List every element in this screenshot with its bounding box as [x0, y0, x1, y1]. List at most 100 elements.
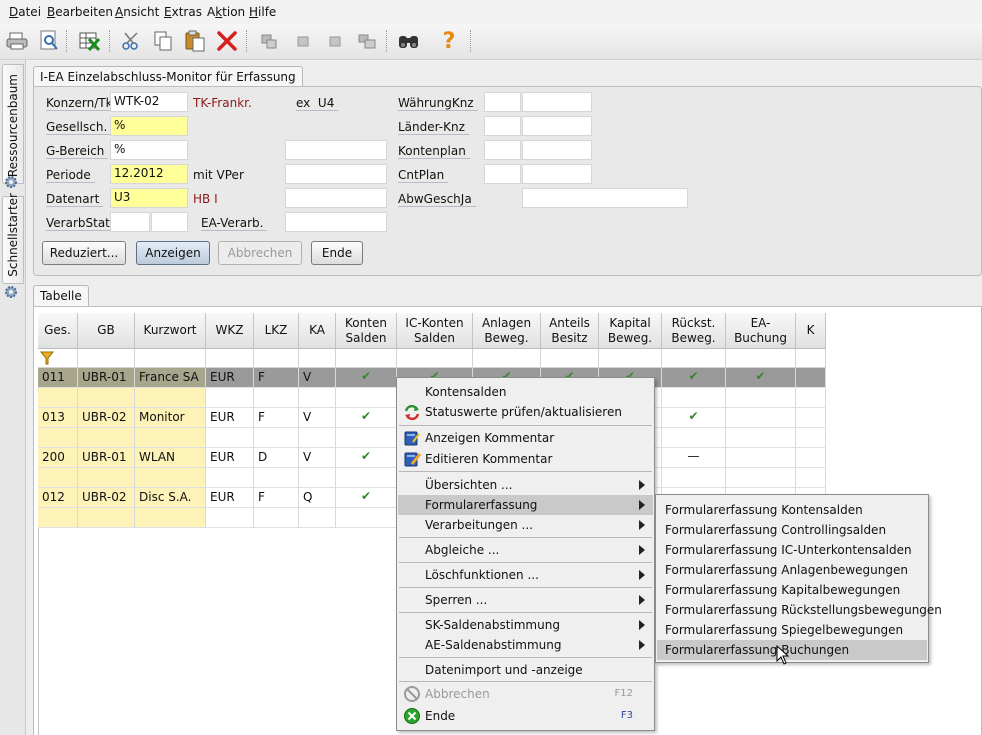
cntplan-field-1[interactable] [484, 164, 521, 184]
menu-item-editieren-kommentar[interactable]: Editieren Kommentar [398, 449, 653, 469]
submenu-item-buchungen[interactable]: Formularerfassung Buchungen [657, 640, 927, 660]
filter-cell[interactable] [254, 349, 299, 368]
mit-vper-field[interactable] [285, 164, 387, 184]
datenart-extra-field[interactable] [285, 188, 387, 208]
column-header[interactable]: IC-Konten Salden [397, 313, 473, 349]
tab-schnellstarter[interactable]: Schnellstarter [2, 193, 24, 284]
cut-icon[interactable] [118, 27, 144, 55]
menu-item-loeschfunktionen[interactable]: Löschfunktionen ... [398, 565, 653, 585]
menu-bearbeiten[interactable]: Bearbeiten [47, 5, 113, 19]
window-tile-icon[interactable] [354, 27, 380, 55]
submenu-item-rueckstellungsbewegungen[interactable]: Formularerfassung Rückstellungsbewegunge… [657, 600, 942, 620]
verarbstat-field-1[interactable] [110, 212, 150, 232]
menu-item-abgleiche[interactable]: Abgleiche ... [398, 540, 653, 560]
submenu-item-spiegelbewegungen[interactable]: Formularerfassung Spiegelbewegungen [657, 620, 927, 640]
gesellschaft-field[interactable]: % [110, 116, 188, 136]
copy-icon[interactable] [150, 27, 176, 55]
filter-cell[interactable] [336, 349, 397, 368]
submenu-item-kontensalden[interactable]: Formularerfassung Kontensalden [657, 500, 927, 520]
gear-icon[interactable] [3, 284, 19, 300]
filter-cell[interactable] [599, 349, 662, 368]
konzern-field[interactable]: WTK-02 [110, 92, 188, 112]
filter-cell[interactable] [796, 349, 826, 368]
filter-cell[interactable] [726, 349, 796, 368]
column-header[interactable]: Anlagen Beweg. [473, 313, 541, 349]
menu-item-anzeigen-kommentar[interactable]: Anzeigen Kommentar [398, 428, 653, 448]
menu-item-datenimport[interactable]: Datenimport und -anzeige [398, 660, 653, 680]
submenu-item-controllingsalden[interactable]: Formularerfassung Controllingsalden [657, 520, 927, 540]
filter-cell[interactable] [397, 349, 473, 368]
datenart-field[interactable]: U3 [110, 188, 188, 208]
window-cascade-icon[interactable] [256, 27, 282, 55]
tab-ressourcenbaum[interactable]: Ressourcenbaum [2, 64, 24, 184]
ende-button[interactable]: Ende [311, 241, 363, 265]
cntplan-field-2[interactable] [522, 164, 592, 184]
anzeigen-button[interactable]: Anzeigen [136, 241, 210, 265]
menu-item-kontensalden[interactable]: Kontensalden [398, 382, 653, 402]
filter-icon[interactable] [38, 349, 78, 368]
menu-aktion[interactable]: Aktion [207, 5, 245, 19]
konzern-description: TK-Frankr. [193, 96, 252, 110]
filter-cell[interactable] [135, 349, 206, 368]
menu-item-formularerfassung[interactable]: Formularerfassung [398, 495, 653, 515]
gear-icon[interactable] [3, 174, 19, 190]
delete-icon[interactable] [214, 27, 240, 55]
column-header[interactable]: K [796, 313, 826, 349]
laender-field-2[interactable] [522, 116, 592, 136]
waehrung-field-1[interactable] [484, 92, 521, 112]
column-header[interactable]: WKZ [206, 313, 254, 349]
filter-cell[interactable] [78, 349, 135, 368]
help-icon[interactable]: ? [436, 27, 462, 55]
reduziert-button[interactable]: Reduziert... [42, 241, 126, 265]
submenu-item-anlagenbewegungen[interactable]: Formularerfassung Anlagenbewegungen [657, 560, 927, 580]
menu-extras[interactable]: Extras [164, 5, 202, 19]
excel-export-icon[interactable] [76, 27, 102, 55]
submenu-item-kapitalbewegungen[interactable]: Formularerfassung Kapitalbewegungen [657, 580, 927, 600]
window-single-icon[interactable] [290, 27, 316, 55]
ea-verarb-field[interactable] [285, 212, 387, 232]
menu-hilfe[interactable]: Hilfe [249, 5, 276, 19]
menu-item-sk-saldenabstimmung[interactable]: SK-Saldenabstimmung [398, 615, 653, 635]
laender-field-1[interactable] [484, 116, 521, 136]
tab-tabelle[interactable]: Tabelle [33, 285, 89, 307]
abwgeschja-field[interactable] [522, 188, 688, 208]
print-icon[interactable] [4, 27, 30, 55]
binoculars-icon[interactable] [396, 27, 422, 55]
menu-ansicht[interactable]: Ansicht [115, 5, 159, 19]
column-header[interactable]: EA- Buchung [726, 313, 796, 349]
menu-datei[interactable]: Datei [9, 5, 41, 19]
filter-cell[interactable] [299, 349, 336, 368]
column-header[interactable]: Anteils Besitz [541, 313, 599, 349]
filter-cell[interactable] [206, 349, 254, 368]
column-header[interactable]: GB [78, 313, 135, 349]
submenu-item-ic-unterkontensalden[interactable]: Formularerfassung IC-Unterkontensalden [657, 540, 927, 560]
column-header[interactable]: Rückst. Beweg. [662, 313, 726, 349]
filter-cell[interactable] [473, 349, 541, 368]
menu-item-ae-saldenabstimmung[interactable]: AE-Saldenabstimmung [398, 635, 653, 655]
periode-field[interactable]: 12.2012 [110, 164, 188, 184]
kontenplan-field-1[interactable] [484, 140, 521, 160]
table-cell [135, 508, 206, 528]
preview-icon[interactable] [36, 27, 62, 55]
column-header[interactable]: Konten Salden [336, 313, 397, 349]
column-header[interactable]: Ges. [38, 313, 78, 349]
verarbstat-field-2[interactable] [151, 212, 188, 232]
menu-item-ende[interactable]: Ende F3 [398, 706, 653, 726]
column-header[interactable]: Kurzwort [135, 313, 206, 349]
kontenplan-field-2[interactable] [522, 140, 592, 160]
filter-cell[interactable] [541, 349, 599, 368]
column-header[interactable]: Kapital Beweg. [599, 313, 662, 349]
paste-icon[interactable] [182, 27, 208, 55]
gbereich-field[interactable]: % [110, 140, 188, 160]
column-header[interactable]: LKZ [254, 313, 299, 349]
filter-cell[interactable] [662, 349, 726, 368]
tab-einzelabschluss-monitor[interactable]: I-EA Einzelabschluss-Monitor für Erfassu… [33, 66, 303, 87]
window-single2-icon[interactable] [322, 27, 348, 55]
gbereich-extra-field[interactable] [285, 140, 387, 160]
menu-item-statuswerte[interactable]: Statuswerte prüfen/aktualisieren [398, 402, 653, 422]
waehrung-field-2[interactable] [522, 92, 592, 112]
menu-item-uebersichten[interactable]: Übersichten ... [398, 475, 653, 495]
menu-item-sperren[interactable]: Sperren ... [398, 590, 653, 610]
column-header[interactable]: KA [299, 313, 336, 349]
menu-item-verarbeitungen[interactable]: Verarbeitungen ... [398, 515, 653, 535]
